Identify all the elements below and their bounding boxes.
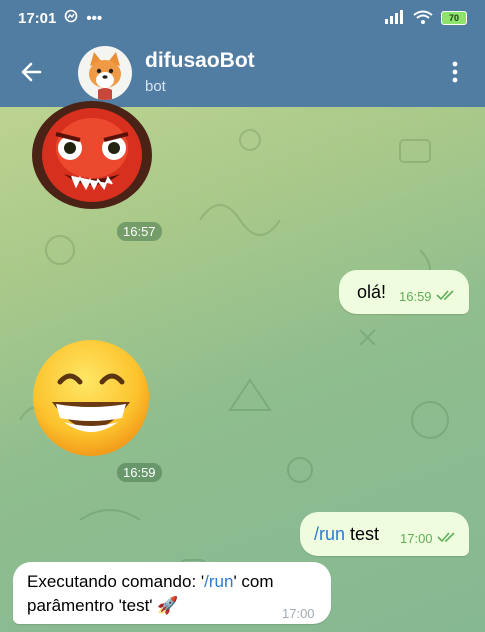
status-time: 17:01 bbox=[18, 9, 57, 27]
double-check-icon bbox=[436, 531, 457, 546]
battery-icon: 70 bbox=[441, 11, 467, 25]
devil-mask-sticker[interactable] bbox=[28, 100, 156, 210]
avatar[interactable] bbox=[78, 46, 132, 100]
chat-header: difusaoBot bot bbox=[0, 36, 485, 107]
signal-icon bbox=[383, 9, 405, 27]
outgoing-message[interactable]: /run test 17:00 bbox=[300, 512, 469, 556]
back-arrow-icon[interactable] bbox=[18, 58, 46, 86]
message-time: 17:00 bbox=[400, 531, 433, 546]
bot-command-link[interactable]: /run bbox=[314, 524, 345, 544]
more-notifications-icon: ••• bbox=[86, 9, 103, 27]
bot-command-link[interactable]: /run bbox=[204, 572, 233, 591]
message-text-line2: parâmentro 'test' 🚀 bbox=[27, 596, 179, 615]
chat-title[interactable]: difusaoBot bbox=[145, 49, 255, 73]
double-check-icon bbox=[435, 289, 456, 304]
more-options-icon[interactable] bbox=[443, 58, 467, 86]
grinning-face-sticker[interactable] bbox=[30, 338, 152, 458]
message-text-suffix: ' com bbox=[233, 572, 274, 591]
message-time: 16:59 bbox=[399, 289, 432, 304]
message-text: test bbox=[345, 524, 380, 544]
wifi-icon bbox=[413, 10, 433, 27]
message-text-prefix: Executando comando: ' bbox=[27, 572, 205, 591]
sticker-time: 16:59 bbox=[117, 463, 162, 482]
message-time: 17:00 bbox=[282, 606, 315, 621]
chat-subtitle: bot bbox=[145, 78, 166, 95]
incoming-message[interactable]: Executando comando: '/run' com parâmentr… bbox=[13, 562, 331, 624]
outgoing-message[interactable]: olá! 16:59 bbox=[339, 270, 469, 314]
status-bar: 17:01 ••• 70 bbox=[0, 0, 485, 36]
messenger-notification-icon bbox=[64, 9, 78, 27]
message-text: olá! bbox=[357, 282, 387, 302]
sticker-time: 16:57 bbox=[117, 222, 162, 241]
